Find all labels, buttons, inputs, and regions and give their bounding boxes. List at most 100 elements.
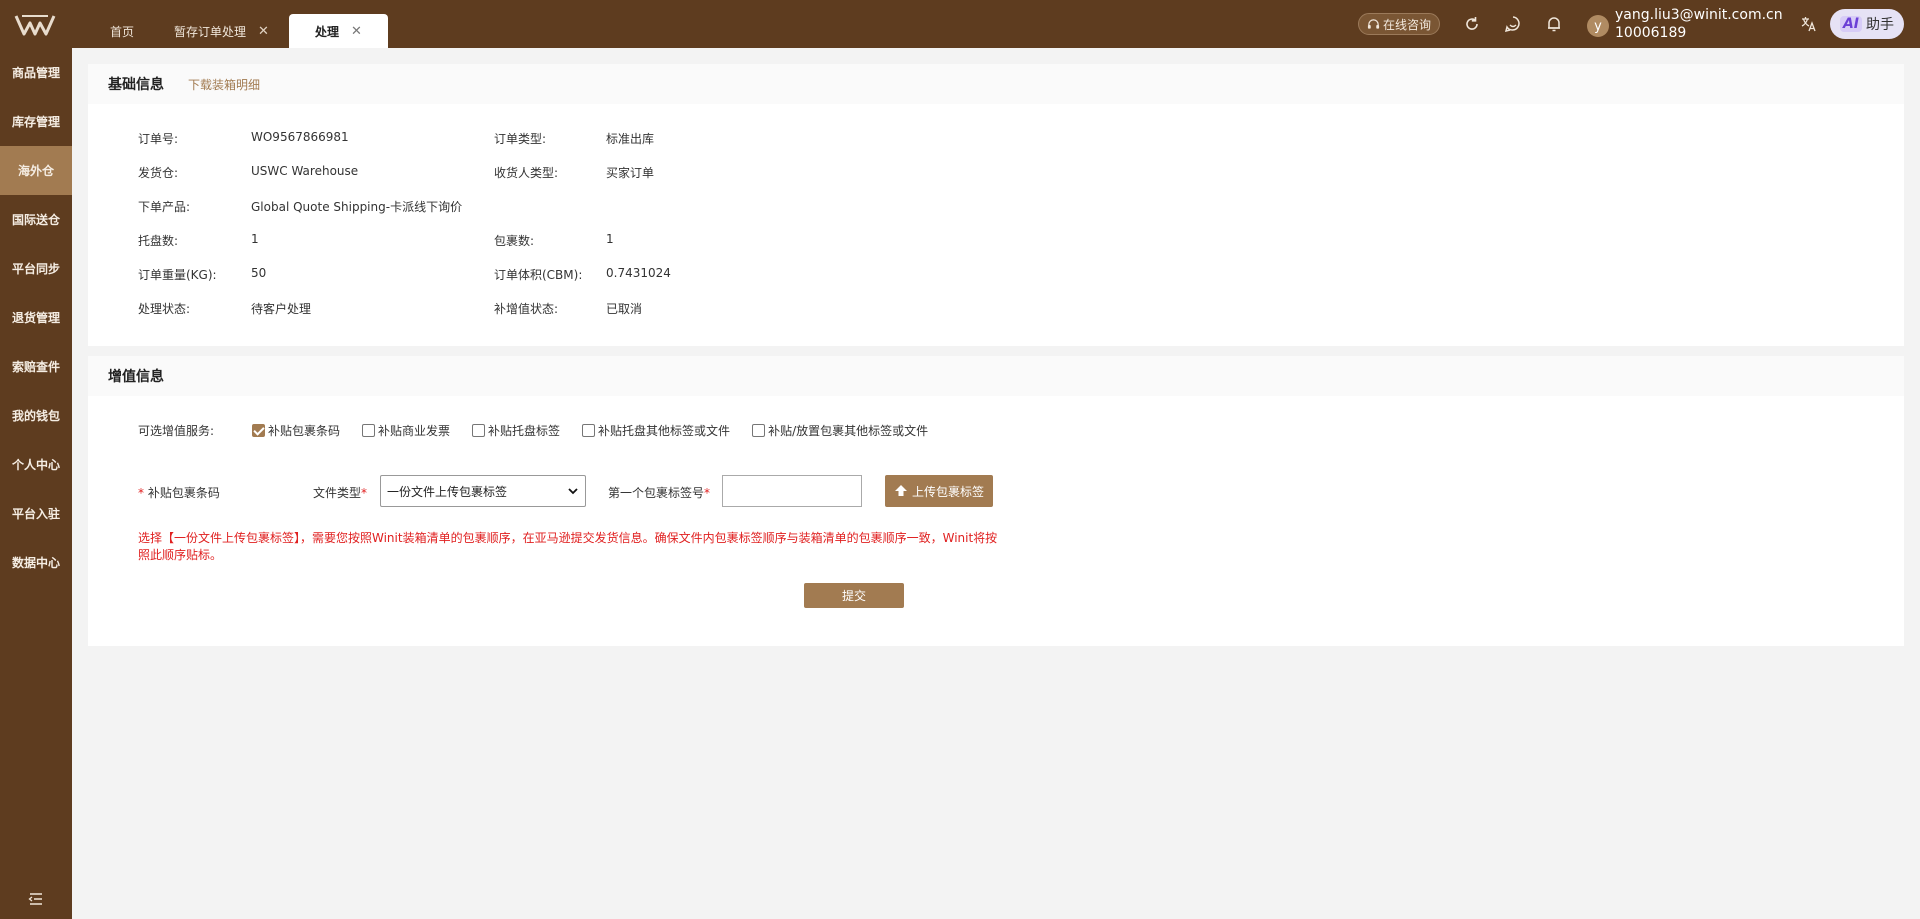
refresh-icon[interactable] [1463, 15, 1481, 33]
order-weight-value: 50 [251, 266, 267, 280]
chevron-down-icon [568, 488, 578, 495]
sidebar-item-inventory[interactable]: 库存管理 [0, 97, 72, 146]
order-type-value: 标准出库 [606, 132, 655, 146]
option-label: 补贴包裹条码 [268, 424, 341, 438]
sidebar-item-international-delivery[interactable]: 国际送仓 [0, 195, 72, 244]
bell-icon[interactable] [1545, 15, 1563, 33]
sidebar-item-overseas-warehouse[interactable]: 海外仓 [0, 146, 72, 195]
required-mark: * [361, 485, 368, 500]
upload-tip-text: 选择【一份文件上传包裹标签】，需要您按照Winit装箱清单的包裹顺序，在亚马逊提… [138, 531, 998, 562]
package-count-label: 包裹数: [494, 234, 535, 248]
sidebar-item-data-center[interactable]: 数据中心 [0, 538, 72, 587]
checkbox-icon[interactable] [582, 424, 596, 437]
assistant-label: 助手 [1866, 17, 1895, 33]
pallet-count-label: 托盘数: [138, 234, 179, 248]
sidebar-item-personal-center[interactable]: 个人中心 [0, 440, 72, 489]
sidebar-item-platform-sync[interactable]: 平台同步 [0, 244, 72, 293]
process-status-label: 处理状态: [138, 302, 191, 316]
sidebar-item-label: 平台入驻 [11, 507, 60, 521]
product-value: Global Quote Shipping-卡派线下询价 [251, 200, 463, 214]
avatar-letter: y [1594, 18, 1602, 34]
process-status-value: 待客户处理 [251, 302, 312, 316]
checkbox-icon[interactable] [362, 424, 376, 437]
avatar[interactable]: y [1587, 15, 1609, 37]
sidebar: 商品管理 库存管理 海外仓 国际送仓 平台同步 退货管理 索赔查件 我的钱包 个… [0, 48, 72, 919]
barcode-label: 补贴包裹条码 [147, 486, 220, 500]
barcode-service-label: * 补贴包裹条码 [138, 484, 220, 501]
sidebar-item-label: 索赔查件 [11, 360, 60, 374]
sidebar-item-label: 商品管理 [11, 66, 60, 80]
online-consult-button[interactable]: 在线咨询 [1358, 13, 1440, 35]
headset-icon [1367, 18, 1380, 29]
option-package-barcode[interactable]: 补贴包裹条码 [252, 422, 340, 439]
ship-warehouse-label: 发货仓: [138, 166, 179, 180]
close-icon[interactable]: ✕ [258, 24, 269, 39]
order-volume-label: 订单体积(CBM): [494, 268, 583, 282]
sidebar-item-wallet[interactable]: 我的钱包 [0, 391, 72, 440]
option-pallet-other-files[interactable]: 补贴托盘其他标签或文件 [582, 422, 730, 439]
consignee-type-label: 收货人类型: [494, 166, 559, 180]
tab-label: 处理 [314, 24, 339, 39]
vas-status-label: 补增值状态: [494, 302, 559, 316]
sidebar-item-products[interactable]: 商品管理 [0, 48, 72, 97]
tab-process[interactable]: 处理 ✕ [288, 14, 388, 48]
pallet-count-value: 1 [251, 232, 259, 246]
optional-services-label: 可选增值服务: [138, 424, 215, 438]
option-commercial-invoice[interactable]: 补贴商业发票 [362, 422, 450, 439]
order-weight-label: 订单重量(KG): [138, 268, 217, 282]
option-label: 补贴商业发票 [378, 424, 451, 438]
required-mark: * [138, 485, 144, 500]
file-type-select[interactable]: 一份文件上传包裹标签 [380, 475, 586, 507]
upload-label: 上传包裹标签 [911, 484, 984, 499]
option-package-other-files[interactable]: 补贴/放置包裹其他标签或文件 [752, 422, 928, 439]
sidebar-item-returns[interactable]: 退货管理 [0, 293, 72, 342]
first-label-no-input[interactable] [722, 475, 862, 507]
file-type-label: 文件类型 * [313, 484, 367, 501]
order-no-label: 订单号: [138, 132, 179, 146]
feedback-smile-icon[interactable] [1504, 15, 1522, 33]
vas-card: 增值信息 可选增值服务: 补贴包裹条码 补贴商业发票 补贴托盘标签 补贴托盘其他… [88, 356, 1904, 646]
file-type-text: 文件类型 [313, 486, 362, 500]
user-info[interactable]: yang.liu3@winit.com.cn 10006189 [1615, 6, 1783, 42]
ai-badge: AI [1839, 16, 1863, 32]
sidebar-item-label: 海外仓 [17, 164, 54, 178]
checkbox-checked-icon[interactable] [252, 424, 265, 437]
upload-package-label-button[interactable]: 上传包裹标签 [885, 475, 993, 507]
tab-bar: 首页 暂存订单处理 ✕ 处理 ✕ [90, 14, 388, 48]
menu-collapse-icon[interactable] [28, 891, 44, 907]
basic-info-title: 基础信息 [108, 77, 164, 93]
user-id: 10006189 [1615, 25, 1687, 41]
basic-info-card: 基础信息 下载装箱明细 订单号: WO9567866981 订单类型: 标准出库… [88, 64, 1904, 346]
vas-status-value: 已取消 [606, 302, 643, 316]
download-packing-list-link[interactable]: 下载装箱明细 [188, 76, 260, 93]
checkbox-icon[interactable] [752, 424, 766, 437]
translate-icon[interactable] [1800, 15, 1818, 33]
winit-logo-icon[interactable] [14, 13, 56, 37]
upload-icon [894, 485, 907, 496]
sidebar-item-label: 国际送仓 [11, 213, 60, 227]
sidebar-item-claims[interactable]: 索赔查件 [0, 342, 72, 391]
option-label: 补贴托盘标签 [488, 424, 561, 438]
tab-draft-orders[interactable]: 暂存订单处理 ✕ [154, 14, 289, 48]
basic-info-header: 基础信息 下载装箱明细 [88, 64, 1904, 104]
order-no-value: WO9567866981 [251, 130, 349, 144]
sidebar-item-label: 库存管理 [11, 115, 60, 129]
checkbox-icon[interactable] [472, 424, 486, 437]
close-icon[interactable]: ✕ [351, 24, 362, 39]
option-label: 补贴托盘其他标签或文件 [598, 424, 731, 438]
sidebar-item-label: 退货管理 [11, 311, 60, 325]
sidebar-item-label: 数据中心 [11, 556, 60, 570]
option-pallet-label[interactable]: 补贴托盘标签 [472, 422, 560, 439]
vas-options-row: 可选增值服务: 补贴包裹条码 补贴商业发票 补贴托盘标签 补贴托盘其他标签或文件… [138, 422, 950, 439]
sidebar-item-label: 我的钱包 [11, 409, 60, 423]
submit-button[interactable]: 提交 [804, 583, 904, 608]
consult-label: 在线咨询 [1382, 17, 1431, 32]
sidebar-item-platform-onboarding[interactable]: 平台入驻 [0, 489, 72, 538]
required-mark: * [704, 485, 711, 500]
tab-home[interactable]: 首页 [90, 14, 154, 48]
ai-assistant-button[interactable]: AI 助手 [1830, 9, 1904, 39]
sidebar-item-label: 个人中心 [11, 458, 60, 472]
order-type-label: 订单类型: [494, 132, 547, 146]
ship-warehouse-value: USWC Warehouse [251, 164, 359, 178]
file-type-selected: 一份文件上传包裹标签 [387, 484, 508, 499]
